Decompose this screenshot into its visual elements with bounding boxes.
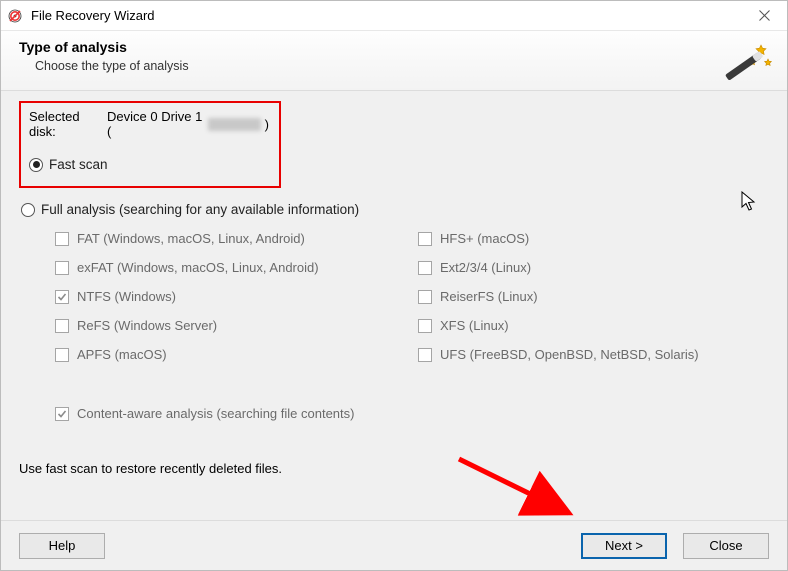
filesystem-options: FAT (Windows, macOS, Linux, Android) HFS… [55, 231, 769, 362]
fast-scan-label: Fast scan [49, 157, 108, 172]
checkbox-label: UFS (FreeBSD, OpenBSD, NetBSD, Solaris) [440, 347, 699, 362]
content-aware-checkbox[interactable]: Content-aware analysis (searching file c… [55, 406, 769, 421]
selected-disk-label: Selected disk: Device 0 Drive 1 ( ) [29, 109, 269, 139]
redacted-text [208, 118, 261, 131]
checkbox-label: Ext2/3/4 (Linux) [440, 260, 531, 275]
wand-icon [725, 39, 773, 88]
checkbox-icon [418, 348, 432, 362]
filesystem-checkbox-refs[interactable]: ReFS (Windows Server) [55, 318, 406, 333]
filesystem-checkbox-ext[interactable]: Ext2/3/4 (Linux) [418, 260, 769, 275]
filesystem-checkbox-ntfs[interactable]: NTFS (Windows) [55, 289, 406, 304]
checkbox-icon [55, 290, 69, 304]
wizard-footer: Help Next > Close [1, 520, 787, 570]
wizard-window: File Recovery Wizard Type of analysis Ch… [0, 0, 788, 571]
full-analysis-option[interactable]: Full analysis (searching for any availab… [21, 202, 769, 217]
wizard-body: Selected disk: Device 0 Drive 1 ( ) Fast… [1, 91, 787, 520]
checkbox-label: APFS (macOS) [77, 347, 167, 362]
filesystem-checkbox-ufs[interactable]: UFS (FreeBSD, OpenBSD, NetBSD, Solaris) [418, 347, 769, 362]
filesystem-checkbox-xfs[interactable]: XFS (Linux) [418, 318, 769, 333]
checkbox-icon [55, 407, 69, 421]
selected-disk-suffix: ) [265, 117, 269, 132]
checkbox-icon [418, 290, 432, 304]
close-button[interactable]: Close [683, 533, 769, 559]
checkbox-label: Content-aware analysis (searching file c… [77, 406, 354, 421]
selected-disk-value: Device 0 Drive 1 ( [107, 109, 204, 139]
radio-icon [29, 158, 43, 172]
checkbox-icon [55, 348, 69, 362]
titlebar: File Recovery Wizard [1, 1, 787, 31]
button-label: Close [709, 538, 742, 553]
highlight-annotation: Selected disk: Device 0 Drive 1 ( ) Fast… [19, 101, 281, 188]
selected-disk-caption: Selected disk: [29, 109, 105, 139]
button-label: Next > [605, 538, 643, 553]
checkbox-icon [55, 232, 69, 246]
checkbox-label: exFAT (Windows, macOS, Linux, Android) [77, 260, 319, 275]
radio-icon [21, 203, 35, 217]
full-analysis-label: Full analysis (searching for any availab… [41, 202, 359, 217]
checkbox-label: NTFS (Windows) [77, 289, 176, 304]
page-subheading: Choose the type of analysis [35, 59, 769, 73]
window-close-button[interactable] [741, 1, 787, 30]
app-icon [7, 8, 23, 24]
next-button[interactable]: Next > [581, 533, 667, 559]
checkbox-label: ReFS (Windows Server) [77, 318, 217, 333]
checkbox-icon [55, 261, 69, 275]
checkbox-icon [418, 319, 432, 333]
checkbox-icon [418, 232, 432, 246]
filesystem-checkbox-exfat[interactable]: exFAT (Windows, macOS, Linux, Android) [55, 260, 406, 275]
checkbox-label: XFS (Linux) [440, 318, 509, 333]
filesystem-checkbox-apfs[interactable]: APFS (macOS) [55, 347, 406, 362]
hint-text: Use fast scan to restore recently delete… [19, 461, 769, 476]
filesystem-checkbox-fat[interactable]: FAT (Windows, macOS, Linux, Android) [55, 231, 406, 246]
checkbox-icon [55, 319, 69, 333]
checkbox-label: ReiserFS (Linux) [440, 289, 538, 304]
help-button[interactable]: Help [19, 533, 105, 559]
page-heading: Type of analysis [19, 39, 769, 55]
filesystem-checkbox-hfs[interactable]: HFS+ (macOS) [418, 231, 769, 246]
filesystem-checkbox-reiserfs[interactable]: ReiserFS (Linux) [418, 289, 769, 304]
fast-scan-option[interactable]: Fast scan [29, 157, 269, 172]
wizard-header: Type of analysis Choose the type of anal… [1, 31, 787, 91]
checkbox-label: FAT (Windows, macOS, Linux, Android) [77, 231, 305, 246]
checkbox-label: HFS+ (macOS) [440, 231, 529, 246]
window-title: File Recovery Wizard [31, 8, 155, 23]
button-label: Help [49, 538, 76, 553]
checkbox-icon [418, 261, 432, 275]
